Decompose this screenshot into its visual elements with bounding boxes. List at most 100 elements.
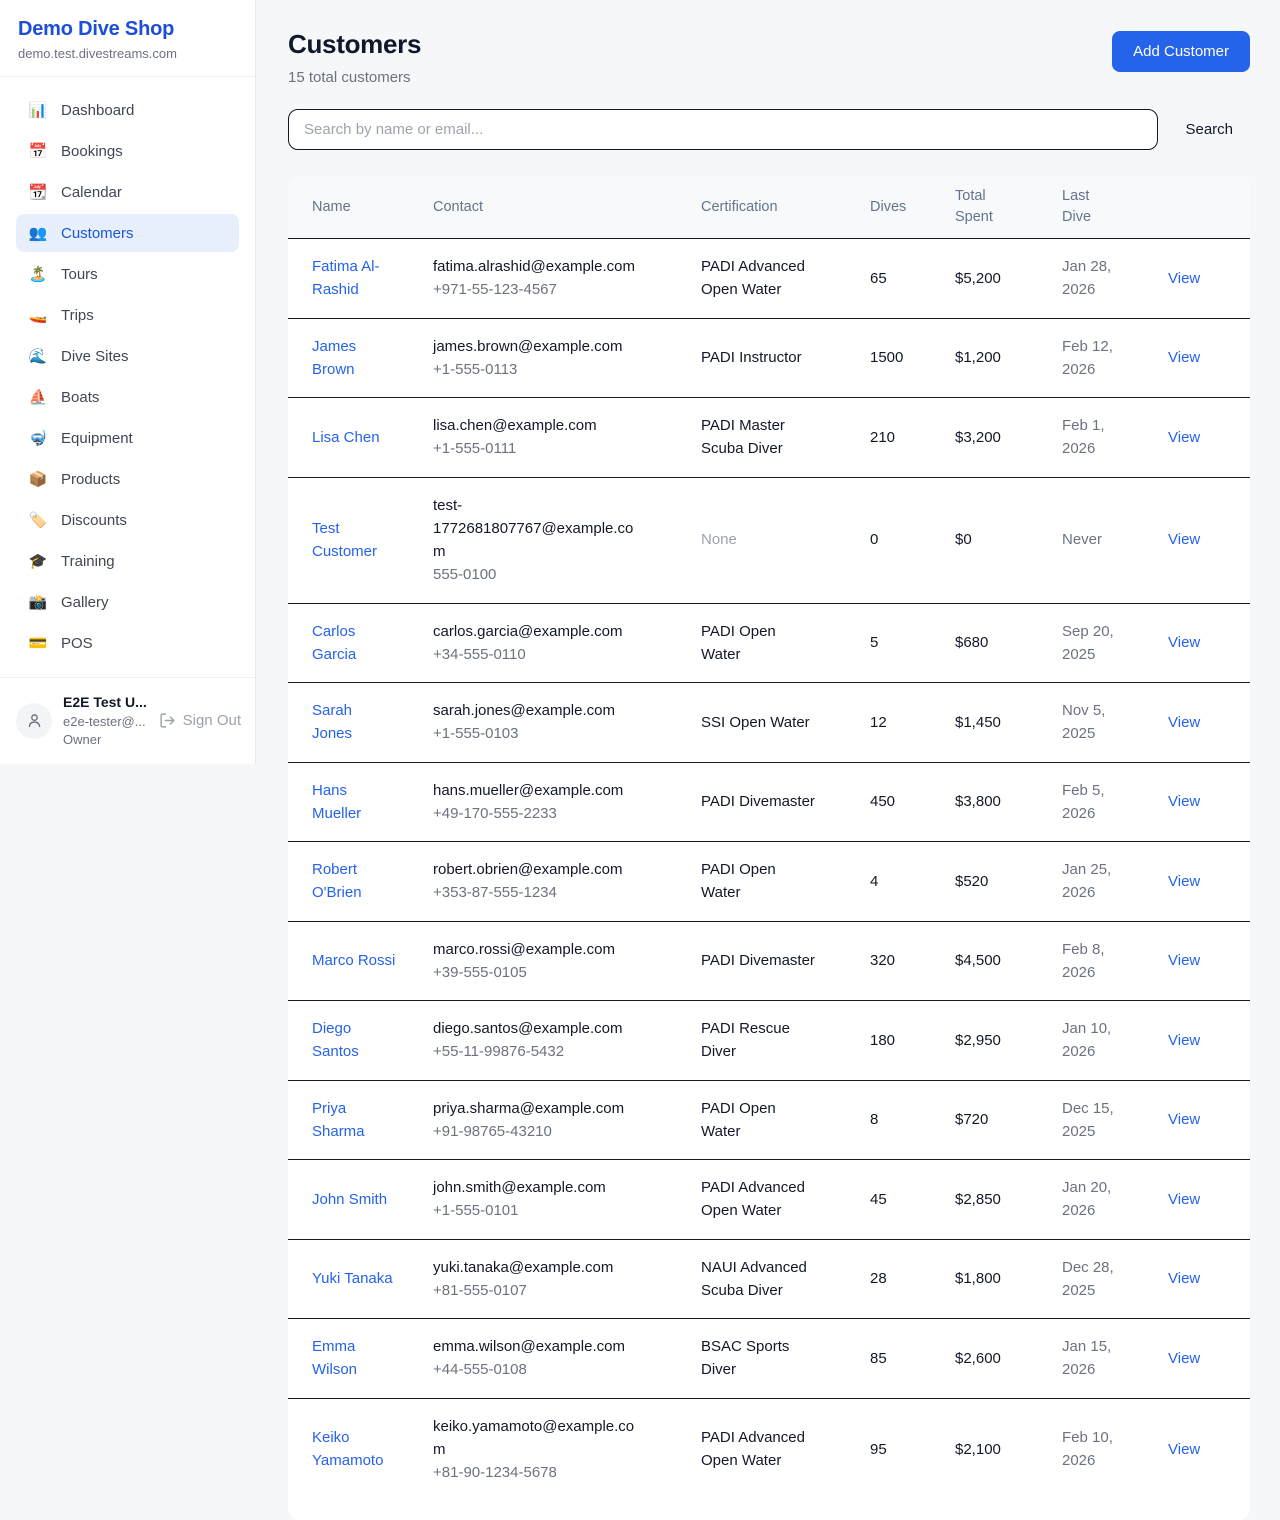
customer-dives: 4 (870, 873, 878, 890)
sidebar-item-dashboard[interactable]: 📊 Dashboard (16, 91, 239, 129)
customer-name-link[interactable]: Test Customer (312, 517, 396, 564)
customer-name-link[interactable]: Sarah Jones (312, 699, 396, 746)
customer-total-spent: $2,950 (955, 1032, 1001, 1049)
page: Demo Dive Shop demo.test.divestreams.com… (0, 0, 1280, 1520)
customer-total-spent: $680 (955, 634, 988, 651)
table-row: Sarah Jones sarah.jones@example.com +1-5… (288, 683, 1250, 763)
customer-name-link[interactable]: Hans Mueller (312, 779, 396, 826)
search-button[interactable]: Search (1185, 121, 1233, 138)
view-link[interactable]: View (1168, 270, 1200, 287)
customer-name-link[interactable]: Emma Wilson (312, 1335, 396, 1382)
table-row: Emma Wilson emma.wilson@example.com +44-… (288, 1319, 1250, 1399)
view-link[interactable]: View (1168, 714, 1200, 731)
customer-total-spent: $3,800 (955, 793, 1001, 810)
customer-name-link[interactable]: Marco Rossi (312, 949, 395, 972)
view-link[interactable]: View (1168, 1350, 1200, 1367)
page-header: Customers 15 total customers Add Custome… (288, 29, 1250, 86)
view-link[interactable]: View (1168, 1441, 1200, 1458)
table-row: Marco Rossi marco.rossi@example.com +39-… (288, 921, 1250, 1001)
sidebar-item-customers[interactable]: 👥 Customers (16, 214, 239, 252)
customer-email: lisa.chen@example.com (433, 414, 597, 437)
sidebar-item-trips[interactable]: 🚤 Trips (16, 296, 239, 334)
search-input[interactable] (288, 109, 1158, 150)
customer-certification: PADI Advanced Open Water (701, 1426, 819, 1473)
view-link[interactable]: View (1168, 1111, 1200, 1128)
col-header-certification: Certification (701, 176, 870, 239)
customer-last-dive: Dec 28, 2025 (1062, 1256, 1124, 1303)
view-link[interactable]: View (1168, 349, 1200, 366)
sidebar-item-tours[interactable]: 🏝️ Tours (16, 255, 239, 293)
bookings-icon: 📅 (28, 142, 48, 160)
customer-name-link[interactable]: Yuki Tanaka (312, 1267, 393, 1290)
customer-name-link[interactable]: Lisa Chen (312, 426, 380, 449)
customer-certification: PADI Open Water (701, 620, 819, 667)
customer-phone: +81-90-1234-5678 (433, 1461, 685, 1484)
table-row: John Smith john.smith@example.com +1-555… (288, 1160, 1250, 1240)
customer-last-dive: Dec 15, 2025 (1062, 1097, 1124, 1144)
customer-name-link[interactable]: Diego Santos (312, 1017, 396, 1064)
col-header-total-spent: Total Spent (955, 176, 1062, 239)
customer-last-dive: Nov 5, 2025 (1062, 699, 1124, 746)
view-link[interactable]: View (1168, 793, 1200, 810)
sidebar-item-products[interactable]: 📦 Products (16, 460, 239, 498)
view-link[interactable]: View (1168, 873, 1200, 890)
customer-phone: +971-55-123-4567 (433, 278, 685, 301)
customer-dives: 28 (870, 1270, 887, 1287)
table-row: Priya Sharma priya.sharma@example.com +9… (288, 1080, 1250, 1160)
main-content: Customers 15 total customers Add Custome… (256, 0, 1280, 1520)
add-customer-button[interactable]: Add Customer (1112, 31, 1250, 72)
customer-email: robert.obrien@example.com (433, 858, 622, 881)
page-title: Customers (288, 29, 421, 60)
customer-email: john.smith@example.com (433, 1176, 606, 1199)
customer-dives: 1500 (870, 349, 903, 366)
customer-dives: 180 (870, 1032, 895, 1049)
dive-sites-icon: 🌊 (28, 347, 48, 365)
sidebar-user-section: E2E Test U... e2e-tester@... Owner Sign … (0, 677, 255, 764)
table-row: Yuki Tanaka yuki.tanaka@example.com +81-… (288, 1239, 1250, 1319)
view-link[interactable]: View (1168, 429, 1200, 446)
customer-name-link[interactable]: James Brown (312, 335, 396, 382)
view-link[interactable]: View (1168, 531, 1200, 548)
table-row: Lisa Chen lisa.chen@example.com +1-555-0… (288, 398, 1250, 478)
table-row: Fatima Al-Rashid fatima.alrashid@example… (288, 239, 1250, 319)
customer-certification: PADI Divemaster (701, 790, 815, 813)
sidebar-nav: 📊 Dashboard 📅 Bookings 📆 Calendar 👥 Cust… (0, 77, 255, 677)
view-link[interactable]: View (1168, 634, 1200, 651)
sidebar-item-pos[interactable]: 💳 POS (16, 624, 239, 662)
sidebar-item-calendar[interactable]: 📆 Calendar (16, 173, 239, 211)
discounts-icon: 🏷️ (28, 511, 48, 529)
customer-name-link[interactable]: John Smith (312, 1188, 387, 1211)
customers-table: Name Contact Certification Dives Total S… (288, 176, 1250, 1520)
sidebar-item-equipment[interactable]: 🤿 Equipment (16, 419, 239, 457)
view-link[interactable]: View (1168, 952, 1200, 969)
customer-total-spent: $0 (955, 531, 972, 548)
sidebar-header: Demo Dive Shop demo.test.divestreams.com (0, 0, 255, 77)
sidebar-item-gallery[interactable]: 📸 Gallery (16, 583, 239, 621)
table-row: Carlos Garcia carlos.garcia@example.com … (288, 603, 1250, 683)
sidebar-item-boats[interactable]: ⛵ Boats (16, 378, 239, 416)
customer-name-link[interactable]: Priya Sharma (312, 1097, 396, 1144)
customer-name-link[interactable]: Robert O'Brien (312, 858, 396, 905)
sidebar-item-dive-sites[interactable]: 🌊 Dive Sites (16, 337, 239, 375)
customer-name-link[interactable]: Carlos Garcia (312, 620, 396, 667)
search-bar: Search (288, 109, 1250, 150)
view-link[interactable]: View (1168, 1270, 1200, 1287)
sidebar-item-bookings[interactable]: 📅 Bookings (16, 132, 239, 170)
customer-email: fatima.alrashid@example.com (433, 255, 635, 278)
customer-phone: +1-555-0101 (433, 1199, 685, 1222)
view-link[interactable]: View (1168, 1032, 1200, 1049)
customer-email: sarah.jones@example.com (433, 699, 615, 722)
sign-out-button[interactable]: Sign Out (159, 712, 241, 729)
customer-name-link[interactable]: Fatima Al-Rashid (312, 255, 396, 302)
user-email: e2e-tester@... (63, 713, 147, 731)
view-link[interactable]: View (1168, 1191, 1200, 1208)
sidebar-item-training[interactable]: 🎓 Training (16, 542, 239, 580)
sidebar-item-discounts[interactable]: 🏷️ Discounts (16, 501, 239, 539)
customer-dives: 12 (870, 714, 887, 731)
customer-total-spent: $2,100 (955, 1441, 1001, 1458)
customer-name-link[interactable]: Keiko Yamamoto (312, 1426, 396, 1473)
customer-dives: 0 (870, 531, 878, 548)
customer-last-dive: Jan 28, 2026 (1062, 255, 1124, 302)
col-header-name: Name (288, 176, 433, 239)
sign-out-label: Sign Out (183, 712, 241, 729)
